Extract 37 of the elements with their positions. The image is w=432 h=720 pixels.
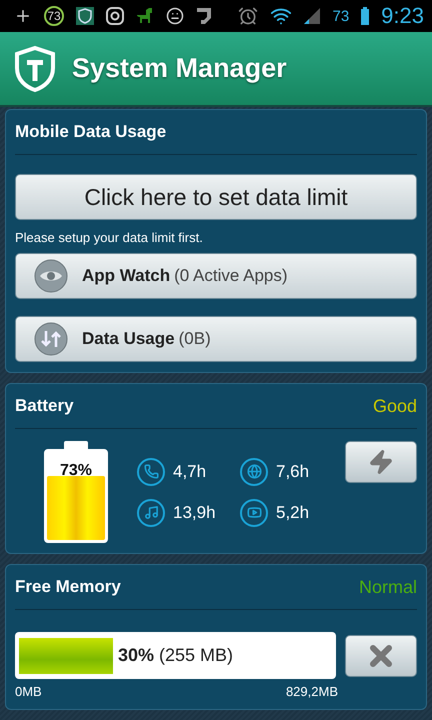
web-icon <box>240 458 268 486</box>
signal-icon <box>304 8 320 24</box>
music-icon <box>137 498 165 526</box>
status-text: Good <box>372 396 417 416</box>
video-icon <box>240 498 268 526</box>
card-title: Mobile Data Usage <box>15 122 166 142</box>
hint-text: Please setup your data limit first. <box>15 230 204 245</box>
clock-time: 9:23 <box>381 3 424 29</box>
scale-min: 0MB <box>15 684 42 699</box>
app-title: System Manager <box>72 53 287 84</box>
shield-icon <box>76 7 94 25</box>
card-title: Free Memory <box>15 577 121 597</box>
menu-button[interactable]: App Watch (0 Active Apps) <box>15 253 417 299</box>
time-estimate: 13,9h <box>173 502 216 522</box>
battery-percent: 73 <box>332 8 350 24</box>
menu-button[interactable]: Data Usage (0B) <box>15 316 417 362</box>
set-limit-button[interactable]: Click here to set data limit <box>15 174 417 220</box>
time-estimate: 5,2h <box>276 502 310 522</box>
time-estimate: 7,6h <box>276 462 310 482</box>
status-text: Normal <box>358 576 417 598</box>
shield-logo-icon <box>14 46 56 92</box>
call-icon <box>137 458 165 486</box>
charge-button[interactable] <box>345 441 417 483</box>
battery-reading: 73% <box>58 462 94 480</box>
face-icon <box>166 7 184 25</box>
eye-icon <box>34 259 68 293</box>
time-estimate: 4,7h <box>173 462 206 482</box>
add-icon <box>14 7 32 25</box>
lightning-icon <box>368 449 394 475</box>
clean-button[interactable] <box>345 634 417 676</box>
arrows-icon <box>34 322 68 356</box>
scale-max: 829,2MB <box>286 684 338 699</box>
battery-icon <box>361 7 370 25</box>
memory-reading: 30% (255 MB) <box>116 645 234 666</box>
card-title: Battery <box>15 396 74 416</box>
notification-badge: 73 <box>44 6 64 26</box>
alarm-icon <box>238 6 258 26</box>
